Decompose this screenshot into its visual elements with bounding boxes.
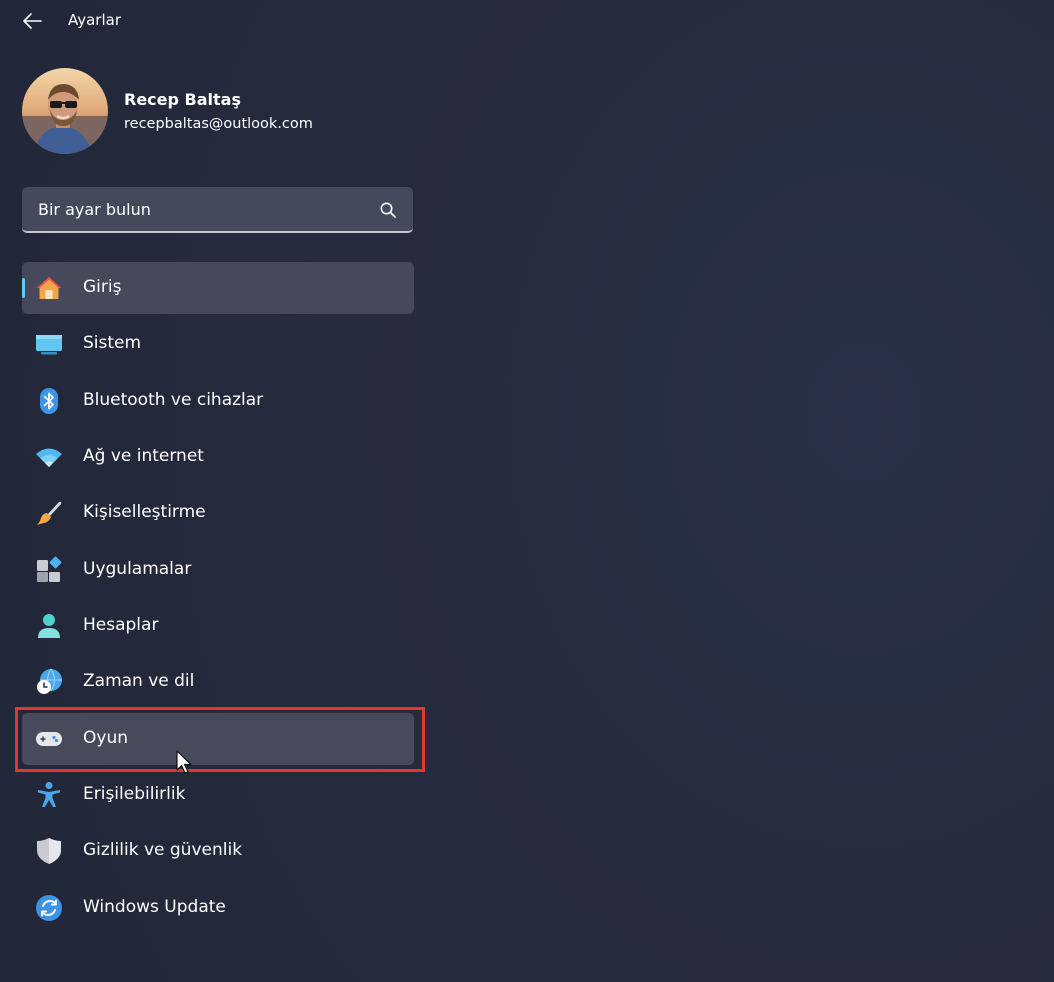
home-icon <box>37 277 61 299</box>
search-box[interactable] <box>22 187 413 233</box>
sidebar-item-privacy-security[interactable]: Gizlilik ve güvenlik <box>22 825 414 877</box>
avatar[interactable] <box>22 68 108 154</box>
bluetooth-icon <box>40 387 58 414</box>
sidebar-item-label: Gizlilik ve güvenlik <box>83 840 243 861</box>
back-arrow-icon <box>23 13 42 29</box>
shield-icon <box>37 838 61 865</box>
update-icon <box>36 894 62 921</box>
app-title: Ayarlar <box>68 11 122 29</box>
sidebar-item-system[interactable]: Sistem <box>22 318 414 370</box>
sidebar-item-gaming[interactable]: Oyun <box>22 712 414 765</box>
sidebar-item-label: Bluetooth ve cihazlar <box>83 389 264 410</box>
profile-name: Recep Baltaş <box>124 90 241 109</box>
sidebar-item-accessibility[interactable]: Erişilebilirlik <box>22 769 414 821</box>
sidebar-item-label: Uygulamalar <box>83 558 192 579</box>
sidebar-item-home[interactable]: Giriş <box>22 262 414 314</box>
sidebar-item-time-language[interactable]: Zaman ve dil <box>22 656 414 708</box>
sidebar-item-label: Ağ ve internet <box>83 445 204 466</box>
monitor-icon <box>36 335 62 355</box>
apps-icon <box>37 556 62 582</box>
person-icon <box>38 613 60 638</box>
globe-clock-icon <box>37 668 62 695</box>
sidebar-item-label: Zaman ve dil <box>83 671 195 692</box>
profile-email: recepbaltas@outlook.com <box>124 116 313 132</box>
sidebar-nav: Giriş Sistem Bluetooth ve cihazlar Ağ ve… <box>22 262 414 938</box>
search-input[interactable] <box>22 187 362 231</box>
sidebar-item-label: Windows Update <box>83 896 226 917</box>
accessibility-icon <box>38 781 60 807</box>
sidebar-item-personalization[interactable]: Kişiselleştirme <box>22 487 414 539</box>
sidebar-item-accounts[interactable]: Hesaplar <box>22 600 414 652</box>
sidebar-item-label: Oyun <box>83 727 128 748</box>
sidebar-item-network[interactable]: Ağ ve internet <box>22 431 414 483</box>
sidebar-item-windows-update[interactable]: Windows Update <box>22 882 414 934</box>
sidebar-item-bluetooth[interactable]: Bluetooth ve cihazlar <box>22 375 414 427</box>
wifi-icon <box>36 448 62 467</box>
sidebar-item-label: Giriş <box>83 277 122 297</box>
title-bar: Ayarlar <box>0 0 1054 42</box>
sidebar-item-label: Erişilebilirlik <box>83 783 186 804</box>
sidebar-item-apps[interactable]: Uygulamalar <box>22 544 414 596</box>
sidebar-item-label: Sistem <box>83 333 142 354</box>
selection-indicator <box>22 278 25 298</box>
paintbrush-icon <box>37 502 62 526</box>
sidebar-item-label: Hesaplar <box>83 614 159 635</box>
search-icon[interactable] <box>379 201 397 219</box>
sidebar-item-label: Kişiselleştirme <box>83 502 206 523</box>
gamepad-icon <box>36 731 62 746</box>
back-button[interactable] <box>14 6 50 36</box>
